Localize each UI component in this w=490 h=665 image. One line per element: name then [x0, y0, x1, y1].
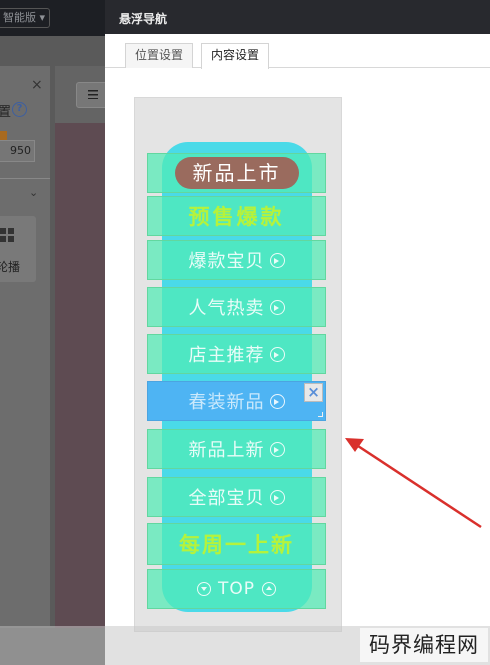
menu-icon	[88, 90, 98, 99]
width-input: 950	[0, 140, 35, 162]
annotation-arrow-line	[357, 444, 482, 529]
dialog-titlebar: 悬浮导航	[105, 0, 490, 34]
arrow-right-icon	[269, 252, 285, 268]
dialog-title: 悬浮导航	[119, 12, 168, 26]
nav-item-all-products[interactable]: 全部宝贝	[147, 477, 326, 517]
nav-item-label: 新品上市	[174, 157, 299, 189]
nav-item-label: 新品上新	[188, 440, 265, 461]
nav-item-hot-products[interactable]: 爆款宝贝	[147, 240, 326, 280]
nav-item-label: 每周一上新	[179, 533, 294, 557]
nav-item-owner-picks[interactable]: 店主推荐	[147, 334, 326, 374]
nav-item-weekly-new[interactable]: 每周一上新	[147, 523, 326, 565]
nav-item-label: 春装新品	[188, 392, 265, 413]
nav-item-label: 预售爆款	[188, 205, 285, 229]
carousel-module-label: 轮播	[0, 260, 21, 274]
tab-content-settings[interactable]: 内容设置	[201, 43, 270, 69]
nav-item-label: 爆款宝贝	[188, 251, 265, 272]
arrow-right-icon	[269, 489, 285, 505]
panel-divider	[0, 178, 50, 179]
grid-icon	[0, 228, 14, 242]
background-app: 智能版 ▾ × 置 ? 950 ⌄ 轮播	[0, 0, 105, 665]
background-topbar: 智能版 ▾	[0, 0, 105, 36]
nav-item-latest[interactable]: 新品上新	[147, 429, 326, 469]
nav-item-top[interactable]: TOP	[147, 569, 326, 609]
close-icon[interactable]: ×	[304, 383, 323, 402]
arrow-right-icon	[269, 346, 285, 362]
chevron-down-icon: ⌄	[29, 186, 39, 199]
tab-bar: 位置设置 内容设置	[105, 34, 490, 69]
arrow-right-icon	[269, 441, 285, 457]
nav-item-label: 人气热卖	[188, 298, 265, 319]
annotation-arrow-icon	[345, 438, 482, 529]
tab-position-settings[interactable]: 位置设置	[125, 43, 194, 68]
background-canvas	[55, 123, 105, 628]
edition-selector: 智能版 ▾	[0, 8, 51, 28]
annotation-arrow-head	[345, 438, 364, 452]
panel-close-icon: ×	[31, 77, 43, 93]
nav-item-spring-new[interactable]: 春装新品	[147, 381, 326, 421]
chevron-down-circle-icon	[196, 582, 211, 596]
chevron-up-circle-icon	[262, 582, 277, 596]
arrow-right-icon	[269, 299, 285, 315]
help-icon: ?	[12, 102, 27, 117]
setting-label: 置	[0, 105, 12, 120]
resize-handle-icon[interactable]	[318, 412, 323, 417]
nav-item-label: TOP	[217, 579, 256, 599]
watermark: 码界编程网	[360, 628, 488, 662]
nav-item-popular[interactable]: 人气热卖	[147, 287, 326, 327]
nav-item-label: 店主推荐	[188, 345, 265, 366]
nav-item-presale[interactable]: 预售爆款	[147, 196, 326, 236]
nav-item-new-arrivals[interactable]: 新品上市	[147, 153, 326, 193]
nav-item-label: 全部宝贝	[188, 488, 265, 509]
arrow-right-icon	[269, 393, 285, 409]
